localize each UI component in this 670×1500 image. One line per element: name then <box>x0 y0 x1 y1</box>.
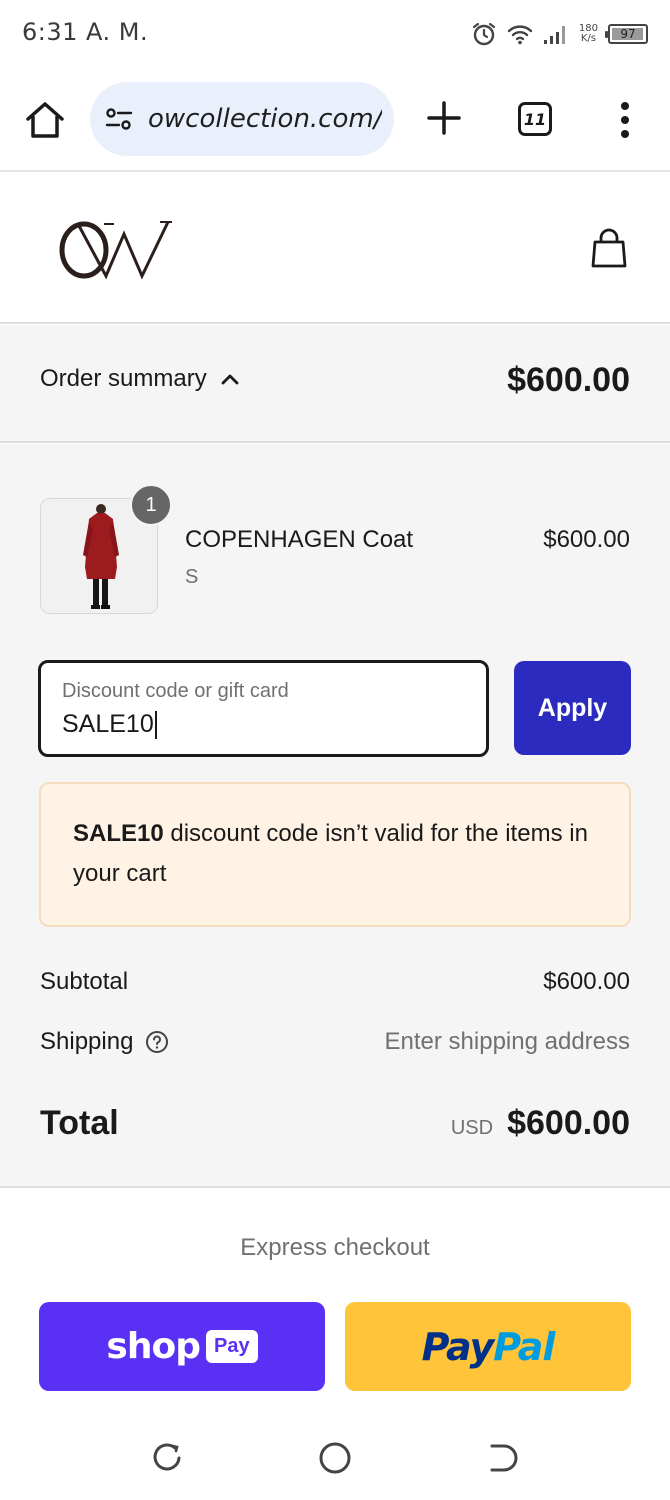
cart-bag-icon[interactable] <box>590 228 628 270</box>
shop-pay-button[interactable]: shop Pay <box>39 1302 325 1391</box>
wifi-icon <box>507 25 533 45</box>
text-caret <box>154 711 157 740</box>
quantity-badge: 1 <box>130 484 172 526</box>
browser-menu-icon[interactable] <box>612 102 638 138</box>
home-icon[interactable] <box>24 100 66 140</box>
site-settings-icon[interactable] <box>104 104 134 134</box>
discount-code-value: SALE10 <box>62 710 157 740</box>
subtotal-value: $600.00 <box>543 968 630 995</box>
status-icons: 180 K/s 97 <box>471 18 648 50</box>
tab-switcher-button[interactable]: 11 <box>518 102 552 136</box>
shop-pay-badge: Pay <box>205 1330 258 1363</box>
total-label: Total <box>40 1104 119 1142</box>
alert-code: SALE10 <box>73 820 164 847</box>
product-variant: S <box>185 566 199 588</box>
status-bar: 6:31 A. M. 180 K/s 97 <box>0 0 670 68</box>
system-nav-bar <box>0 1420 670 1500</box>
paypal-wordmark-pay: Pay <box>421 1324 495 1369</box>
shipping-label-group: Shipping <box>40 1028 169 1056</box>
express-checkout-label: Express checkout <box>240 1234 430 1261</box>
recents-icon[interactable] <box>147 1438 187 1478</box>
discount-code-input[interactable]: Discount code or gift card SALE10 <box>38 660 489 757</box>
express-checkout-section: Express checkout shop Pay Pay Pal <box>0 1190 670 1420</box>
chevron-up-icon <box>221 374 239 385</box>
browser-toolbar: owcollection.com/ 11 <box>0 68 670 172</box>
total-amount-group: USD $600.00 <box>451 1104 630 1143</box>
order-summary-toggle[interactable]: Order summary <box>40 365 239 393</box>
shipping-value: Enter shipping address <box>384 1028 630 1055</box>
help-circle-icon[interactable] <box>145 1030 169 1054</box>
product-price: $600.00 <box>543 526 630 553</box>
order-summary-panel: 1 COPENHAGEN Coat S $600.00 Discount cod… <box>0 444 670 1188</box>
ow-logo[interactable] <box>56 216 172 282</box>
shipping-label: Shipping <box>40 1028 134 1055</box>
shipping-row: Shipping Enter shipping address <box>40 1028 630 1056</box>
subtotal-row: Subtotal $600.00 <box>40 968 630 996</box>
order-summary-total: $600.00 <box>507 361 630 399</box>
battery-icon: 97 <box>605 24 648 44</box>
home-nav-icon[interactable] <box>315 1438 355 1478</box>
network-speed-unit: K/s <box>580 33 597 44</box>
order-summary-label: Order summary <box>40 365 207 392</box>
site-header <box>0 174 670 324</box>
discount-error-alert: SALE10 discount code isn’t valid for the… <box>39 782 631 927</box>
paypal-wordmark-pal: Pal <box>493 1324 555 1369</box>
subtotal-label: Subtotal <box>40 968 129 995</box>
status-time: 6:31 A. M. <box>22 18 149 46</box>
address-bar[interactable]: owcollection.com/ <box>90 82 394 156</box>
url-text: owcollection.com/ <box>148 104 383 134</box>
apply-button[interactable]: Apply <box>514 661 631 755</box>
total-amount: $600.00 <box>507 1104 630 1142</box>
new-tab-icon[interactable] <box>424 98 464 138</box>
order-summary-bar: Order summary $600.00 <box>0 325 670 443</box>
product-name: COPENHAGEN Coat <box>185 526 414 553</box>
discount-code-label: Discount code or gift card <box>62 680 289 702</box>
back-icon[interactable] <box>482 1438 522 1478</box>
discount-code-text: SALE10 <box>62 710 154 738</box>
paypal-button[interactable]: Pay Pal <box>345 1302 631 1391</box>
network-speed: 180 K/s <box>579 24 598 44</box>
shop-pay-wordmark: shop <box>106 1326 201 1367</box>
alarm-icon <box>472 22 496 46</box>
signal-icon <box>543 26 565 44</box>
total-row: Total USD $600.00 <box>40 1104 630 1143</box>
battery-level: 97 <box>620 27 636 41</box>
cart-line-item: 1 COPENHAGEN Coat S $600.00 <box>40 484 630 614</box>
currency-code: USD <box>450 1117 494 1139</box>
tab-count: 11 <box>523 109 547 129</box>
